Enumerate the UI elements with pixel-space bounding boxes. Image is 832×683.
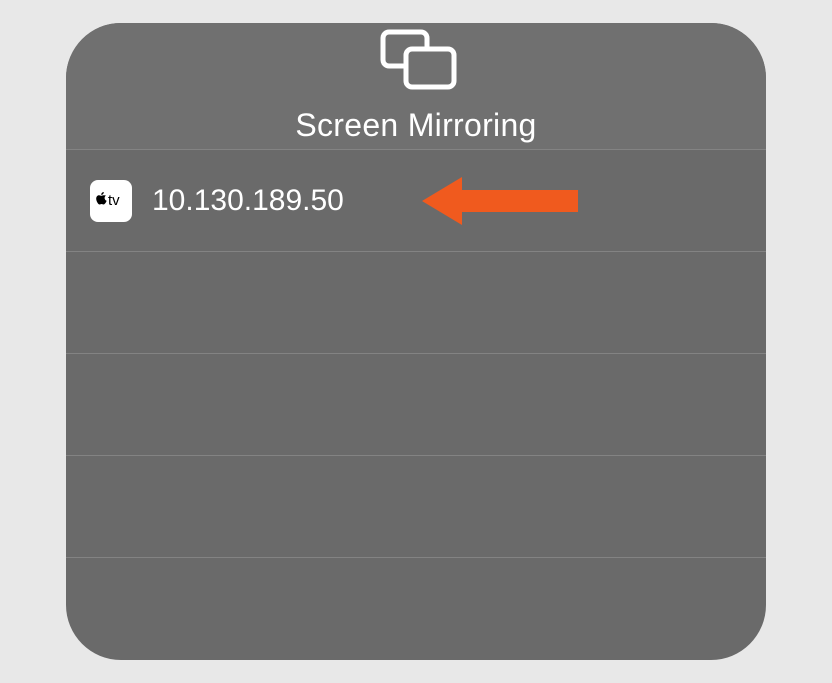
device-row-empty[interactable]	[66, 456, 766, 558]
device-row-empty[interactable]	[66, 252, 766, 354]
device-row-appletv[interactable]: tv 10.130.189.50	[66, 150, 766, 252]
panel-header: Screen Mirroring	[66, 23, 766, 150]
screen-mirroring-icon	[380, 29, 452, 87]
svg-text:tv: tv	[108, 192, 120, 209]
screen-mirroring-panel: Screen Mirroring tv 10.130.189.50	[66, 23, 766, 660]
device-row-empty[interactable]	[66, 558, 766, 660]
device-row-empty[interactable]	[66, 354, 766, 456]
apple-tv-icon: tv	[90, 180, 132, 222]
device-label: 10.130.189.50	[152, 184, 344, 218]
arrow-annotation	[422, 173, 582, 229]
device-list: tv 10.130.189.50	[66, 150, 766, 660]
panel-title: Screen Mirroring	[295, 107, 536, 144]
